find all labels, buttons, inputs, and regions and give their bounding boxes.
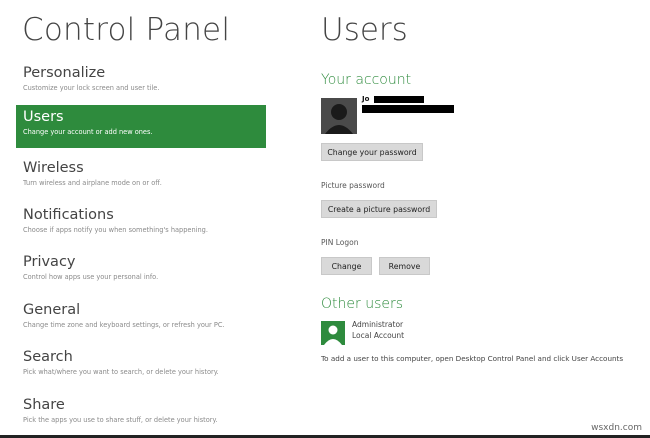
picture-password-label: Picture password: [321, 181, 385, 190]
pin-logon-label: PIN Logon: [321, 238, 359, 247]
nav-item-label: Users: [23, 109, 64, 125]
nav-item-description: Control how apps use your personal info.: [23, 273, 159, 281]
nav-item-label: Wireless: [23, 160, 84, 176]
nav-item-label: General: [23, 302, 81, 318]
account-avatar: [321, 98, 357, 134]
nav-item-description: Pick what/where you want to search, or d…: [23, 368, 219, 376]
nav-item-description: Turn wireless and airplane mode on or of…: [23, 179, 162, 187]
redaction-bar: [362, 105, 454, 113]
users-page-title: Users: [321, 12, 408, 48]
nav-item-search[interactable]: Search Pick what/where you want to searc…: [16, 345, 266, 388]
nav-item-personalize[interactable]: Personalize Customize your lock screen a…: [16, 61, 266, 104]
user-silhouette-icon: [321, 321, 345, 345]
nav-item-description: Choose if apps notify you when something…: [23, 226, 208, 234]
nav-item-description: Pick the apps you use to share stuff, or…: [23, 416, 218, 424]
nav-item-label: Privacy: [23, 254, 76, 270]
change-password-button[interactable]: Change your password: [321, 143, 423, 161]
account-name: Jo: [362, 95, 370, 103]
person-silhouette-icon: [321, 98, 357, 134]
other-users-heading: Other users: [321, 296, 404, 312]
nav-item-label: Search: [23, 349, 73, 365]
user-account-type: Local Account: [352, 331, 405, 340]
nav-item-general[interactable]: General Change time zone and keyboard se…: [16, 298, 266, 341]
watermark: wsxdn.com: [591, 423, 642, 433]
user-name: Administrator: [352, 320, 404, 329]
control-panel-title: Control Panel: [22, 12, 231, 48]
pin-remove-button[interactable]: Remove: [379, 257, 430, 275]
nav-item-description: Change your account or add new ones.: [23, 128, 153, 136]
nav-item-description: Change time zone and keyboard settings, …: [23, 321, 225, 329]
nav-item-label: Notifications: [23, 207, 114, 223]
user-avatar[interactable]: [321, 321, 345, 345]
nav-item-label: Personalize: [23, 65, 106, 81]
redaction-bar: [374, 96, 424, 103]
nav-item-privacy[interactable]: Privacy Control how apps use your person…: [16, 250, 266, 293]
nav-item-users[interactable]: Users Change your account or add new one…: [16, 105, 266, 148]
your-account-heading: Your account: [321, 72, 412, 88]
nav-item-wireless[interactable]: Wireless Turn wireless and airplane mode…: [16, 156, 266, 199]
nav-item-label: Share: [23, 397, 65, 413]
add-user-instructions: To add a user to this computer, open Des…: [321, 354, 624, 363]
nav-item-description: Customize your lock screen and user tile…: [23, 84, 160, 92]
nav-item-notifications[interactable]: Notifications Choose if apps notify you …: [16, 203, 266, 246]
pin-change-button[interactable]: Change: [321, 257, 372, 275]
nav-item-share[interactable]: Share Pick the apps you use to share stu…: [16, 393, 266, 436]
create-picture-password-button[interactable]: Create a picture password: [321, 200, 437, 218]
